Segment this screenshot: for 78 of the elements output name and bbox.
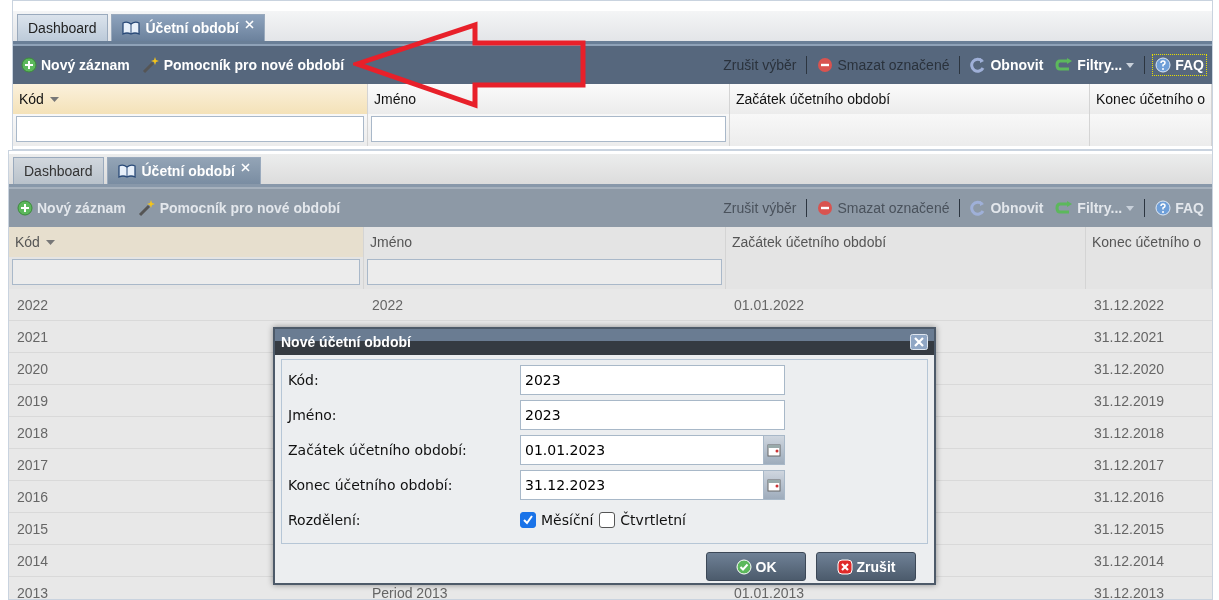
help-icon (1155, 200, 1172, 216)
calendar-icon (767, 442, 781, 457)
calendar-button[interactable] (763, 434, 785, 465)
calendar-icon (767, 477, 781, 492)
minus-icon (817, 200, 834, 216)
toolbar-button[interactable]: Nový záznam (19, 55, 132, 75)
table-cell: 2016 (17, 488, 49, 505)
tab[interactable]: Účetní období (110, 14, 265, 41)
table-cell: 31.12.2014 (1094, 552, 1165, 569)
column-header[interactable]: Začátek účetního období (730, 84, 1090, 114)
magic-wand-icon (141, 56, 160, 74)
column-header[interactable]: Začátek účetního období (726, 227, 1086, 257)
ok-button[interactable]: OK (706, 552, 806, 581)
sort-caret-icon (45, 239, 55, 245)
help-icon (1155, 57, 1172, 73)
plus-icon (21, 57, 37, 73)
table-cell: Period 2013 (372, 584, 448, 599)
field-label: Kód: (288, 371, 320, 388)
table-cell: 31.12.2013 (1094, 584, 1165, 599)
refresh-icon (970, 200, 987, 216)
table-cell: 01.01.2013 (734, 584, 805, 599)
field-label: Jméno: (288, 406, 338, 423)
sort-caret-icon (49, 96, 59, 102)
table-cell: 2022 (17, 296, 49, 313)
column-header[interactable]: Konec účetního o (1090, 84, 1212, 114)
table-cell: 2013 (17, 584, 49, 599)
toolbar-button[interactable]: Pomocník pro nové období (139, 54, 347, 76)
tab[interactable]: Dashboard (17, 14, 108, 41)
cancel-button[interactable]: Zrušit (816, 552, 916, 581)
check-icon (735, 558, 752, 575)
cancel-icon (836, 558, 853, 575)
table-cell: 2021 (17, 328, 49, 345)
input-field[interactable]: 2023 (520, 364, 785, 395)
checkbox-label: Měsíční (541, 511, 594, 528)
date-field[interactable]: 31.12.2023 (520, 469, 763, 500)
column-header[interactable]: Kód (9, 227, 364, 257)
table-cell: 31.12.2021 (1094, 328, 1165, 345)
plus-icon (17, 200, 33, 216)
magic-wand-icon (137, 199, 156, 217)
column-header[interactable]: Jméno (364, 227, 726, 257)
column-header[interactable]: Kód (13, 84, 368, 114)
field-label: Konec účetního období: (288, 476, 454, 493)
tab[interactable]: Dashboard (13, 157, 104, 184)
table-cell: 31.12.2018 (1094, 424, 1165, 441)
tab[interactable]: Účetní období (106, 157, 261, 184)
caret-icon (1126, 62, 1135, 68)
toolbar-button[interactable]: Filtry... (1053, 55, 1137, 75)
table-cell: 2014 (17, 552, 49, 569)
table-cell: 31.12.2017 (1094, 456, 1165, 473)
table-cell: 31.12.2019 (1094, 392, 1165, 409)
field-label: Rozdělení: (288, 511, 362, 528)
column-header[interactable]: Jméno (368, 84, 730, 114)
minus-icon (817, 57, 834, 73)
caret-icon (1126, 205, 1135, 211)
refresh-icon (970, 57, 987, 73)
dialog-title: Nové účetní období (281, 334, 411, 350)
table-cell: 2015 (17, 520, 49, 537)
table-cell: 31.12.2015 (1094, 520, 1165, 537)
close-icon[interactable] (910, 334, 928, 350)
checkbox[interactable] (520, 511, 536, 528)
table-cell: 01.01.2022 (734, 296, 805, 313)
calendar-button[interactable] (763, 469, 785, 500)
date-field[interactable]: 01.01.2023 (520, 434, 763, 465)
input-field[interactable]: 2023 (520, 399, 785, 430)
table-cell: 31.12.2016 (1094, 488, 1165, 505)
table-cell: 2017 (17, 456, 49, 473)
table-cell: 2018 (17, 424, 49, 441)
table-cell: 2022 (372, 296, 404, 313)
field-label: Začátek účetního období: (288, 441, 468, 458)
table-cell: 2020 (17, 360, 49, 377)
table-cell: 2019 (17, 392, 49, 409)
checkbox[interactable] (599, 511, 616, 528)
toolbar-button[interactable]: FAQ (1153, 55, 1206, 75)
table-cell: 31.12.2022 (1094, 296, 1165, 313)
toolbar-button[interactable]: Obnovit (968, 55, 1046, 75)
column-header[interactable]: Konec účetního o (1086, 227, 1212, 257)
checkbox-label: Čtvrtletní (620, 511, 686, 528)
table-cell: 31.12.2020 (1094, 360, 1165, 377)
